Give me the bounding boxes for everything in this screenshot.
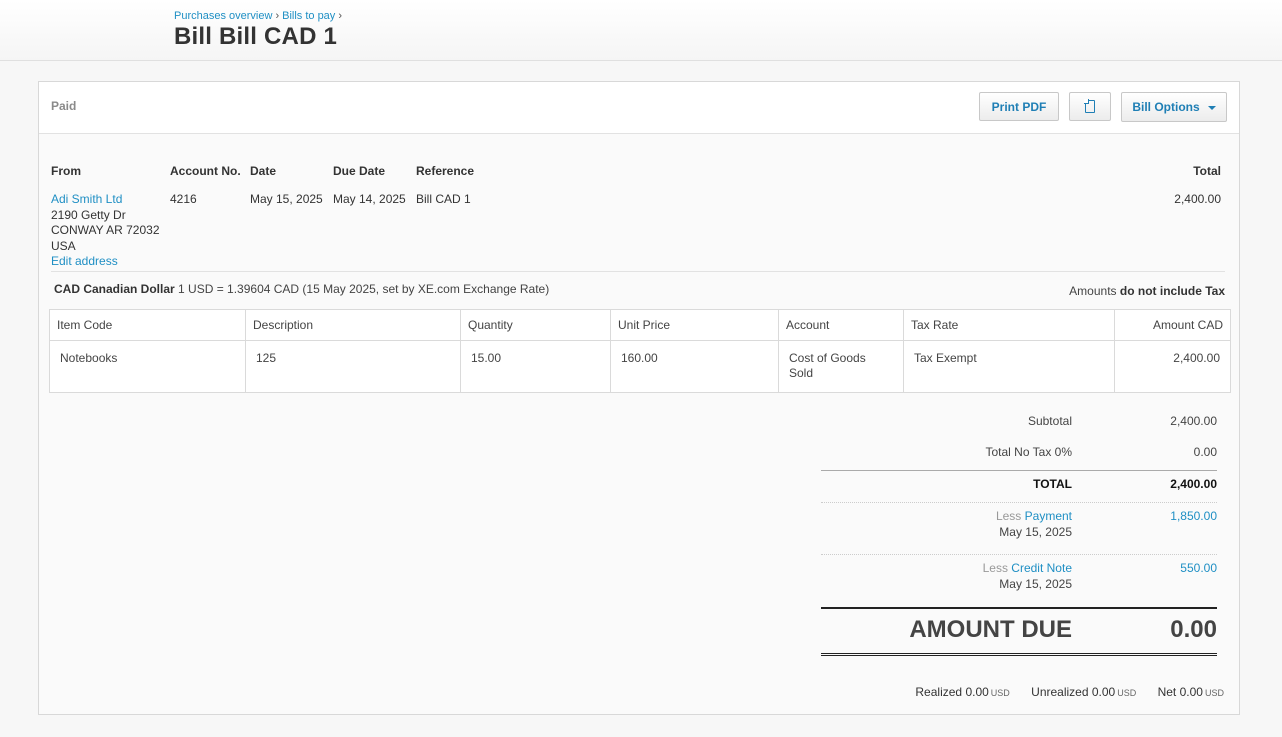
column-header: Tax Rate — [903, 309, 1115, 341]
from-column: From Adi Smith Ltd 2190 Getty Dr CONWAY … — [51, 164, 160, 270]
exchange-rate: 1 USD = 1.39604 CAD (15 May 2025, set by… — [178, 282, 550, 296]
amount-due-value: 0.00 — [1170, 616, 1217, 643]
description-cell: 125 — [245, 340, 461, 393]
breadcrumb-bills-to-pay[interactable]: Bills to pay — [282, 10, 335, 22]
credit-note-row: Less Credit Note May 15, 2025 550.00 — [821, 555, 1217, 607]
column-header: Amount CAD — [1114, 309, 1231, 341]
unit-price-cell: 160.00 — [610, 340, 779, 393]
account-cell: Cost of Goods Sold — [778, 340, 904, 393]
reference-label: Reference — [416, 164, 475, 178]
realized-label: Realized — [915, 685, 963, 699]
amount-cell: 2,400.00 — [1114, 340, 1231, 393]
copy-icon — [1085, 100, 1095, 113]
payment-date: May 15, 2025 — [999, 524, 1072, 539]
totals-block: Subtotal 2,400.00 Total No Tax 0% 0.00 T… — [821, 409, 1217, 656]
less-label: Less — [982, 561, 1008, 575]
status-label: Paid — [51, 99, 77, 113]
divider — [51, 271, 1225, 272]
account-label: Account No. — [170, 164, 241, 178]
credit-note-label: Less Credit Note May 15, 2025 — [983, 561, 1072, 592]
total-row: TOTAL 2,400.00 — [821, 471, 1217, 503]
from-label: From — [51, 164, 81, 178]
column-header: Unit Price — [610, 309, 779, 341]
no-tax-label: Total No Tax 0% — [985, 445, 1073, 459]
subtotal-label: Subtotal — [1027, 414, 1072, 428]
tax-note: Amounts do not include Tax — [1069, 284, 1225, 298]
total-value: 2,400.00 — [1170, 477, 1217, 491]
amounts-tax-mode: do not include Tax — [1119, 284, 1225, 298]
no-tax-value: 0.00 — [1193, 445, 1217, 459]
account-value: 4216 — [170, 192, 197, 206]
net-unit: USD — [1204, 688, 1224, 698]
reference-value: Bill CAD 1 — [416, 192, 471, 206]
column-header: Account — [778, 309, 904, 341]
table-row[interactable]: Notebooks 125 15.00 160.00 Cost of Goods… — [49, 340, 1231, 393]
address-line: USA — [51, 238, 76, 253]
payment-row: Less Payment May 15, 2025 1,850.00 — [821, 503, 1217, 555]
unrealized-unit: USD — [1117, 688, 1137, 698]
due-date-value: May 14, 2025 — [333, 192, 406, 206]
item-code-cell: Notebooks — [49, 340, 246, 393]
total-value: 2,400.00 — [1174, 192, 1221, 206]
net-label: Net — [1157, 685, 1177, 699]
currency-line: CAD Canadian Dollar 1 USD = 1.39604 CAD … — [54, 282, 549, 296]
payment-label: Less Payment May 15, 2025 — [996, 509, 1072, 540]
amounts-prefix: Amounts — [1069, 284, 1117, 298]
due-date-column: Due Date May 14, 2025 — [333, 164, 406, 208]
reference-column: Reference Bill CAD 1 — [416, 164, 474, 208]
address-line: CONWAY AR 72032 — [51, 223, 160, 237]
subtotal-row: Subtotal 2,400.00 — [821, 409, 1217, 440]
tax-rate-cell: Tax Exempt — [903, 340, 1115, 393]
amount-due-label: AMOUNT DUE — [909, 616, 1072, 643]
bill-options-label: Bill Options — [1132, 100, 1200, 114]
realized-unit: USD — [990, 688, 1010, 698]
date-value: May 15, 2025 — [250, 192, 323, 206]
currency-code: CAD Canadian Dollar — [54, 282, 175, 296]
realized-value: 0.00 — [965, 685, 989, 699]
page-header: Purchases overview › Bills to pay › Bill Bi… — [0, 0, 1282, 61]
table-header-row: Item Code Description Quantity Unit Pric… — [49, 309, 1231, 341]
due-date-label: Due Date — [333, 164, 386, 178]
edit-address-link[interactable]: Edit address — [51, 254, 118, 268]
realized-summary: Realized 0.00 USD Unrealized 0.00 USD Net … — [915, 685, 1224, 699]
bill-panel: Paid Print PDF Bill Options From Adi Smi… — [38, 81, 1240, 715]
no-tax-row: Total No Tax 0% 0.00 — [821, 440, 1217, 471]
total-label: Total — [1193, 164, 1221, 178]
net-value: 0.00 — [1179, 685, 1203, 699]
unrealized-value: 0.00 — [1091, 685, 1116, 699]
column-header: Quantity — [460, 309, 611, 341]
total-label: TOTAL — [1033, 477, 1072, 491]
contact-link[interactable]: Adi Smith Ltd — [51, 192, 122, 206]
payment-amount-link[interactable]: 1,850.00 — [1170, 509, 1217, 523]
subtotal-value: 2,400.00 — [1170, 414, 1217, 428]
chevron-down-icon — [1207, 106, 1216, 110]
date-column: Date May 15, 2025 — [250, 164, 323, 208]
credit-note-link[interactable]: Credit Note — [1011, 561, 1072, 575]
breadcrumb-separator: › — [275, 10, 280, 22]
date-label: Date — [250, 164, 277, 178]
credit-note-amount-link[interactable]: 550.00 — [1180, 561, 1217, 575]
address-line: 2190 Getty Dr — [51, 207, 126, 222]
amount-due-row: AMOUNT DUE 0.00 — [821, 607, 1217, 656]
payment-link[interactable]: Payment — [1025, 509, 1072, 523]
breadcrumb-separator: › — [338, 10, 342, 22]
account-column: Account No. 4216 — [170, 164, 241, 208]
bill-options-button[interactable]: Bill Options — [1121, 92, 1227, 122]
credit-note-date: May 15, 2025 — [999, 576, 1072, 591]
line-items-table: Item Code Description Quantity Unit Pric… — [49, 309, 1231, 393]
column-header: Item Code — [49, 309, 246, 341]
page-title: Bill Bill CAD 1 — [174, 23, 338, 50]
print-pdf-button[interactable]: Print PDF — [979, 92, 1059, 121]
copy-button[interactable] — [1069, 92, 1111, 121]
bill-toolbar: Paid Print PDF Bill Options — [39, 82, 1239, 134]
total-column: Total 2,400.00 — [1174, 164, 1221, 208]
unrealized-label: Unrealized — [1031, 685, 1089, 699]
quantity-cell: 15.00 — [460, 340, 611, 393]
breadcrumb-purchases-overview[interactable]: Purchases overview — [174, 10, 272, 22]
column-header: Description — [245, 309, 461, 341]
less-label: Less — [995, 509, 1022, 523]
breadcrumb: Purchases overview › Bills to pay › — [174, 10, 345, 22]
